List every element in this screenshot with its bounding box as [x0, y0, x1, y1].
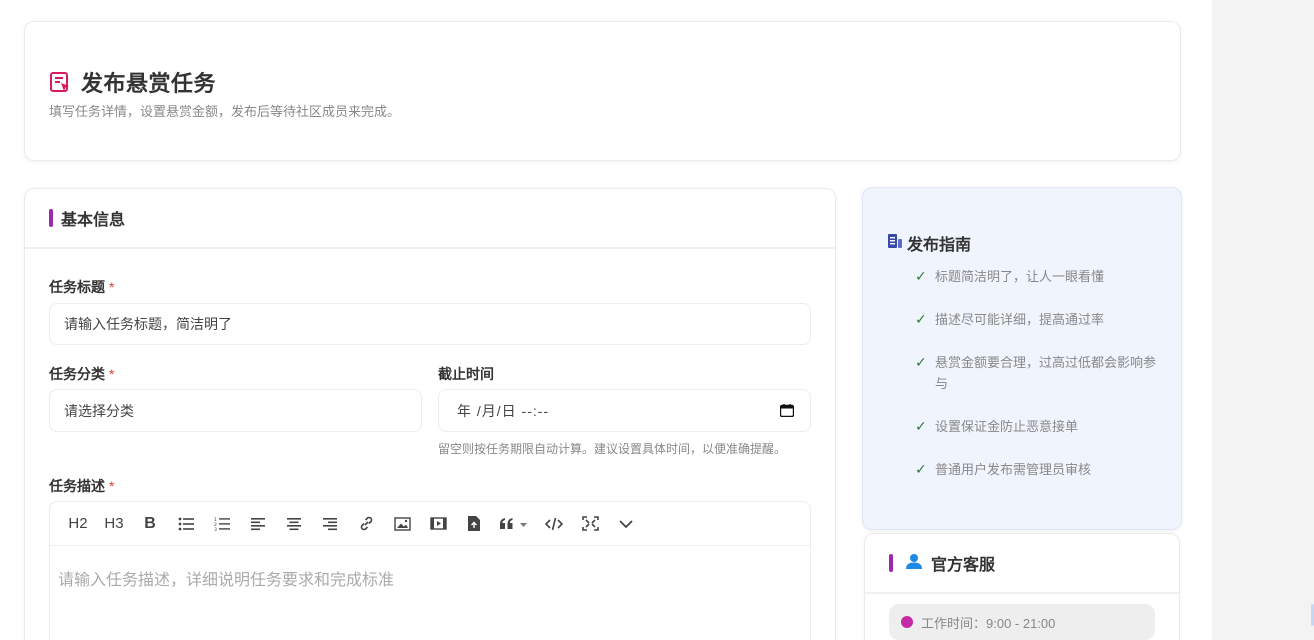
publish-task-icon [49, 71, 71, 93]
guide-title-row: 发布指南 [887, 231, 971, 255]
task-category-select[interactable]: 请选择分类 [49, 389, 422, 432]
editor-toolbar: H2 H3 B 123 [50, 502, 810, 546]
page-subtitle: 填写任务详情，设置悬赏金额，发布后等待社区成员来完成。 [49, 104, 401, 119]
guide-item: ✓ 设置保证金防止恶意接单 [915, 416, 1160, 459]
ordered-list-icon[interactable]: 123 [204, 510, 240, 538]
service-header: 官方客服 [865, 534, 1179, 594]
code-icon[interactable] [536, 510, 572, 538]
section-accent-bar [49, 209, 53, 227]
deadline-datetime-input[interactable]: 年 /月/日 --:-- [438, 389, 811, 432]
check-icon: ✓ [915, 461, 927, 477]
guide-item-text: 标题简洁明了，让人一眼看懂 [935, 269, 1105, 284]
guide-title: 发布指南 [907, 237, 972, 254]
task-title-label-text: 任务标题 [49, 279, 105, 295]
status-dot [901, 616, 913, 628]
guide-list: ✓ 标题简洁明了，让人一眼看懂 ✓ 描述尽可能详细，提高通过率 ✓ 悬赏金额要合理，过… [915, 266, 1160, 502]
guide-item: ✓ 描述尽可能详细，提高通过率 [915, 309, 1160, 352]
file-upload-icon[interactable] [456, 510, 492, 538]
align-center-icon[interactable] [276, 510, 312, 538]
basic-info-card: 基本信息 任务标题 * 请输入任务标题，简洁明了 任务分类 * 请选择分类 截止时间… [24, 188, 836, 640]
image-icon[interactable] [384, 510, 420, 538]
guide-item: ✓ 悬赏金额要合理，过高过低都会影响参与 [915, 352, 1160, 416]
guide-item-text: 描述尽可能详细，提高通过率 [935, 312, 1105, 327]
description-editor: H2 H3 B 123 请输入任务描述，详细说明任务要求和完成标准 [49, 501, 811, 640]
right-gutter [1212, 0, 1314, 640]
required-mark: * [109, 279, 115, 295]
section-accent-bar [889, 554, 893, 572]
task-category-value: 请选择分类 [64, 402, 134, 419]
official-service-card: 官方客服 工作时间：9:00 - 21:00 [864, 533, 1180, 640]
check-icon: ✓ [915, 354, 927, 370]
calendar-icon[interactable] [780, 404, 794, 417]
basic-info-title: 基本信息 [61, 212, 126, 229]
deadline-hint: 留空则按任务期限自动计算。建议设置具体时间，以便准确提醒。 [438, 442, 787, 456]
task-description-label-text: 任务描述 [49, 478, 105, 494]
working-hours-text: 工作时间：9:00 - 21:00 [921, 615, 1056, 631]
page-title: 发布悬赏任务 [81, 71, 217, 96]
service-title: 官方客服 [931, 557, 996, 574]
svg-text:3: 3 [214, 527, 217, 531]
user-icon [905, 553, 923, 574]
bold-button[interactable]: B [132, 510, 168, 538]
deadline-label: 截止时间 [438, 364, 494, 384]
page-header-card: 发布悬赏任务 填写任务详情，设置悬赏金额，发布后等待社区成员来完成。 [24, 21, 1181, 161]
video-icon[interactable] [420, 510, 456, 538]
guide-book-icon [887, 233, 903, 254]
working-hours: 工作时间：9:00 - 21:00 [889, 604, 1155, 640]
description-placeholder[interactable]: 请输入任务描述，详细说明任务要求和完成标准 [58, 566, 394, 590]
check-icon: ✓ [915, 268, 927, 284]
guide-item-text: 普通用户发布需管理员审核 [935, 462, 1092, 477]
required-mark: * [109, 366, 115, 382]
page-title-row: 发布悬赏任务 [49, 66, 216, 98]
heading-2-button[interactable]: H2 [60, 510, 96, 538]
guide-item: ✓ 标题简洁明了，让人一眼看懂 [915, 266, 1160, 309]
basic-info-header: 基本信息 [25, 189, 835, 249]
heading-3-button[interactable]: H3 [96, 510, 132, 538]
fullscreen-icon[interactable] [572, 510, 608, 538]
check-icon: ✓ [915, 311, 927, 327]
deadline-value: 年 /月/日 --:-- [457, 402, 550, 419]
task-category-label-text: 任务分类 [49, 366, 105, 382]
check-icon: ✓ [915, 418, 927, 434]
required-mark: * [109, 478, 115, 494]
guide-item-text: 设置保证金防止恶意接单 [935, 419, 1079, 434]
quote-icon[interactable] [492, 510, 536, 538]
align-left-icon[interactable] [240, 510, 276, 538]
more-chevron-icon[interactable] [608, 510, 644, 538]
deadline-label-text: 截止时间 [438, 366, 494, 382]
task-description-label: 任务描述 * [49, 476, 114, 496]
align-right-icon[interactable] [312, 510, 348, 538]
task-title-label: 任务标题 * [49, 277, 114, 297]
task-title-placeholder: 请输入任务标题，简洁明了 [64, 316, 232, 332]
unordered-list-icon[interactable] [168, 510, 204, 538]
link-icon[interactable] [348, 510, 384, 538]
task-category-label: 任务分类 * [49, 364, 114, 384]
task-title-input[interactable]: 请输入任务标题，简洁明了 [49, 303, 811, 345]
publish-guide-card: 发布指南 ✓ 标题简洁明了，让人一眼看懂 ✓ 描述尽可能详细，提高通过率 ✓ 悬赏金额… [862, 187, 1182, 530]
guide-item: ✓ 普通用户发布需管理员审核 [915, 459, 1160, 502]
guide-item-text: 悬赏金额要合理，过高过低都会影响参与 [935, 355, 1157, 391]
